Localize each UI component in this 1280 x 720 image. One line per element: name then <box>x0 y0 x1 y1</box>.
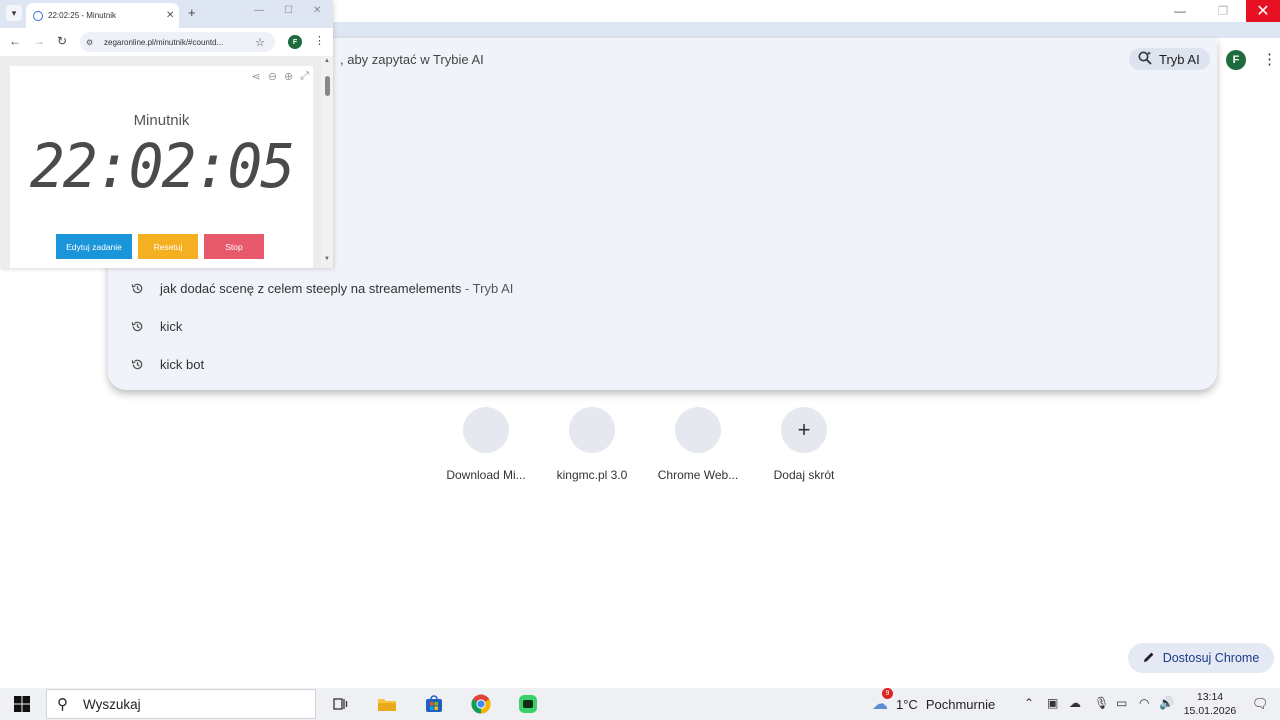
wifi-icon[interactable]: ◠ <box>1139 696 1149 710</box>
chevron-up-icon[interactable]: ⌃ <box>1024 696 1034 710</box>
maximize-icon[interactable]: ☐ <box>284 5 293 16</box>
fullscreen-icon[interactable]: ⤢ <box>300 70 309 83</box>
tab-title: 22:02:25 - Minutnik <box>48 11 117 20</box>
profile-avatar[interactable]: F <box>288 35 302 49</box>
bookmark-star-icon[interactable]: ☆ <box>255 36 265 49</box>
mini-tab-bar: ▾ 22:02:25 - Minutnik ✕ + — ☐ ✕ <box>0 0 333 28</box>
suggestion-separator: - <box>461 280 473 296</box>
tab-close-icon[interactable]: ✕ <box>166 10 174 21</box>
minimize-button[interactable]: — <box>1157 0 1203 22</box>
new-tab-icon[interactable]: + <box>188 5 196 20</box>
reload-icon[interactable]: ↻ <box>57 34 67 48</box>
tab-search-icon[interactable]: ▾ <box>6 5 22 21</box>
edit-task-button[interactable]: Edytuj zadanie <box>56 234 132 259</box>
suggestion-suffix: Tryb AI <box>472 280 514 296</box>
customize-chrome-label: Dostosuj Chrome <box>1162 651 1260 665</box>
back-icon[interactable]: ← <box>9 34 21 48</box>
suggestion-text: jak dodać scenę z celem steeply na strea… <box>160 280 462 296</box>
chrome-icon[interactable] <box>468 692 494 716</box>
stop-button[interactable]: Stop <box>204 234 264 259</box>
shortcut-label: Chrome Web... <box>657 468 739 482</box>
notifications-icon[interactable]: 🗨 <box>1252 696 1269 712</box>
shortcut-tile[interactable]: Download Mi... <box>436 407 536 482</box>
add-shortcut-tile[interactable]: + Dodaj skrót <box>754 407 854 482</box>
taskbar: ⚲ Wyszukaj ☁ 9 1°C Pochmurnie ⌃ ▣ ☁ 🎙 ▭ ◠… <box>0 688 1280 720</box>
cloud-icon: ☁ 9 <box>872 688 893 714</box>
taskbar-clock[interactable]: 13:14 15.01.2026 <box>1180 690 1240 718</box>
suggestion-item[interactable]: jak dodać scenę z celem steeply na strea… <box>108 269 1217 307</box>
omnibox-hint-text: , aby zapytać w Trybie AI <box>340 52 484 67</box>
scroll-down-icon[interactable]: ▼ <box>324 256 330 262</box>
volume-icon[interactable]: 🔊 <box>1159 696 1174 710</box>
weather-badge: 9 <box>882 688 893 699</box>
suggestion-item[interactable]: kick <box>108 307 1217 345</box>
history-icon <box>130 281 144 295</box>
history-icon <box>130 319 144 333</box>
pencil-icon <box>1143 651 1155 666</box>
tab-favicon-icon <box>33 10 43 21</box>
clock-time: 13:14 <box>1196 691 1224 703</box>
battery-icon[interactable]: ▭ <box>1116 696 1127 710</box>
shortcut-label: Dodaj skrót <box>773 468 835 482</box>
search-sparkle-icon <box>1137 50 1153 69</box>
scrollbar-thumb[interactable] <box>325 76 330 96</box>
menu-icon[interactable]: ⋮ <box>314 34 325 47</box>
weather-temperature: 1°C <box>896 696 918 712</box>
search-icon: ⚲ <box>57 696 68 713</box>
microsoft-store-icon[interactable] <box>421 692 447 716</box>
page-content: ⋖ ⊖ ⊕ ⤢ Minutnik 22:02:05 Edytuj zadanie… <box>0 56 333 268</box>
profile-avatar[interactable]: F <box>1226 50 1246 70</box>
shortcut-label: kingmc.pl 3.0 <box>556 468 628 482</box>
task-view-icon[interactable] <box>327 692 353 716</box>
ai-mode-button[interactable]: Tryb AI <box>1129 48 1210 70</box>
share-icon[interactable]: ⋖ <box>252 70 261 83</box>
taskbar-search-placeholder: Wyszukaj <box>83 696 141 712</box>
plus-icon: + <box>781 407 827 453</box>
shortcut-icon <box>463 407 509 453</box>
menu-icon[interactable]: ⋮ <box>1262 50 1277 70</box>
shortcut-tile[interactable]: Chrome Web... <box>648 407 748 482</box>
scroll-up-icon[interactable]: ▲ <box>324 58 330 64</box>
zoom-out-icon[interactable]: ⊖ <box>268 70 277 83</box>
address-bar[interactable]: ⚙ zegaronline.pl/minutnik/#countd... ☆ <box>80 32 275 52</box>
timer-card: ⋖ ⊖ ⊕ ⤢ Minutnik 22:02:05 Edytuj zadanie… <box>10 66 313 268</box>
cloud-sync-icon[interactable]: ☁ <box>1069 696 1081 710</box>
close-button[interactable]: ✕ <box>1246 0 1280 22</box>
maximize-button[interactable]: ❐ <box>1200 0 1246 22</box>
active-tab[interactable]: 22:02:25 - Minutnik ✕ <box>26 3 179 28</box>
green-app-icon[interactable] <box>515 692 541 716</box>
taskbar-search-box[interactable]: ⚲ Wyszukaj <box>46 689 316 719</box>
timer-browser-window: ▾ 22:02:25 - Minutnik ✕ + — ☐ ✕ ← → ↻ ⚙ … <box>0 0 333 268</box>
timer-toolbar: ⋖ ⊖ ⊕ ⤢ <box>252 70 309 83</box>
timer-title: Minutnik <box>133 112 190 129</box>
scrollbar[interactable]: ▲ ▼ <box>321 56 333 268</box>
close-icon[interactable]: ✕ <box>313 5 321 16</box>
customize-chrome-button[interactable]: Dostosuj Chrome <box>1128 643 1274 673</box>
suggestion-text: kick <box>160 318 183 334</box>
mini-toolbar: ← → ↻ ⚙ zegaronline.pl/minutnik/#countd.… <box>0 28 333 56</box>
shortcut-label: Download Mi... <box>446 468 526 482</box>
clock-date: 15.01.2026 <box>1183 705 1237 717</box>
shortcut-tile[interactable]: kingmc.pl 3.0 <box>542 407 642 482</box>
weather-widget[interactable]: ☁ 9 1°C Pochmurnie <box>872 688 996 714</box>
shortcut-icon <box>675 407 721 453</box>
shortcut-icon <box>569 407 615 453</box>
windows-start-icon[interactable] <box>8 692 36 716</box>
timer-display: 22:02:05 <box>29 130 295 202</box>
history-icon <box>130 357 144 371</box>
zoom-in-icon[interactable]: ⊕ <box>284 70 293 83</box>
forward-icon[interactable]: → <box>33 34 45 48</box>
microphone-icon[interactable]: 🎙 <box>1094 696 1109 710</box>
weather-condition: Pochmurnie <box>925 696 996 712</box>
minimize-icon[interactable]: — <box>254 5 264 16</box>
meet-icon[interactable]: ▣ <box>1047 696 1058 710</box>
suggestion-text: kick bot <box>160 356 205 372</box>
address-text: zegaronline.pl/minutnik/#countd... <box>104 37 224 47</box>
suggestion-item[interactable]: kick bot <box>108 345 1217 383</box>
site-info-icon[interactable]: ⚙ <box>86 38 93 47</box>
file-explorer-icon[interactable] <box>374 692 400 716</box>
ai-mode-label: Tryb AI <box>1159 51 1200 67</box>
reset-button[interactable]: Resetuj <box>138 234 198 259</box>
